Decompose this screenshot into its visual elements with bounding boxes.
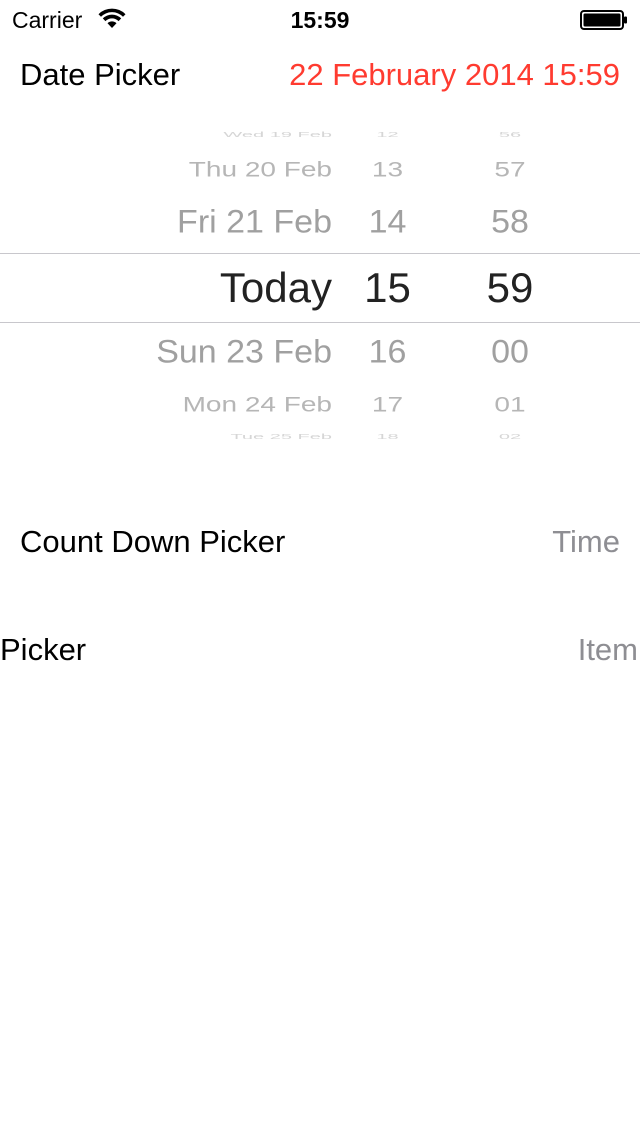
screen: Carrier 15:59 Date Picker 22 February 20… (0, 0, 640, 1136)
count-down-picker-row[interactable]: Count Down Picker Time (0, 512, 640, 572)
picker-day-cell: Tue 25 Feb (230, 433, 332, 441)
date-picker-value[interactable]: 22 February 2014 15:59 (289, 57, 620, 93)
selection-line-top (0, 253, 640, 254)
picker-minute-cell: 57 (494, 158, 526, 182)
picker-wheel-row[interactable]: Fri 21 Feb 14 58 (0, 203, 640, 242)
picker-hour-cell: 18 (376, 433, 399, 441)
picker-wheel-row[interactable]: Sun 23 Feb 16 00 (0, 333, 640, 372)
picker-hour-cell: 12 (376, 131, 399, 139)
picker-hour-cell: 16 (368, 333, 407, 370)
picker-wheel-row[interactable]: Tue 25 Feb 18 02 (0, 433, 640, 441)
picker-minute-cell: 01 (494, 393, 526, 417)
status-bar: Carrier 15:59 (0, 0, 640, 40)
picker-minute-cell: 02 (498, 433, 522, 441)
battery-full-icon (580, 10, 627, 30)
picker-wheel-row[interactable]: Wed 19 Feb 12 56 (0, 131, 640, 139)
picker-wheel-row[interactable]: Today 15 59 (0, 263, 640, 313)
picker-minute-cell: 00 (491, 333, 529, 370)
picker-minute-cell: 58 (491, 203, 529, 240)
picker-row[interactable]: Picker Item (0, 620, 640, 680)
picker-day-cell: Today (219, 263, 332, 311)
picker-day-cell: Sun 23 Feb (156, 333, 332, 370)
picker-hour-cell: 15 (364, 263, 411, 311)
date-picker-wheel[interactable]: Wed 19 Feb 12 56 Thu 20 Feb 13 57 Fri 21 Feb 14… (0, 125, 640, 445)
selection-line-bottom (0, 322, 640, 323)
count-down-picker-label: Count Down Picker (20, 524, 286, 559)
date-picker-row[interactable]: Date Picker 22 February 2014 15:59 (0, 45, 640, 105)
picker-day-cell: Thu 20 Feb (188, 158, 332, 182)
picker-day-cell: Mon 24 Feb (182, 393, 332, 417)
picker-label: Picker (0, 632, 87, 667)
date-picker-label: Date Picker (20, 57, 181, 92)
count-down-picker-value[interactable]: Time (552, 524, 620, 560)
picker-hour-cell: 13 (371, 158, 404, 182)
picker-minute-cell: 59 (486, 263, 534, 311)
picker-day-cell: Wed 19 Feb (223, 131, 332, 139)
picker-hour-cell: 14 (368, 203, 407, 240)
status-time: 15:59 (290, 7, 350, 33)
picker-day-cell: Fri 21 Feb (177, 203, 332, 240)
picker-minute-cell: 56 (498, 131, 522, 139)
picker-hour-cell: 17 (371, 393, 404, 417)
picker-wheel-row[interactable]: Mon 24 Feb 17 01 (0, 392, 640, 417)
picker-wheel-row[interactable]: Thu 20 Feb 13 57 (0, 157, 640, 182)
picker-value[interactable]: Item (578, 632, 638, 668)
